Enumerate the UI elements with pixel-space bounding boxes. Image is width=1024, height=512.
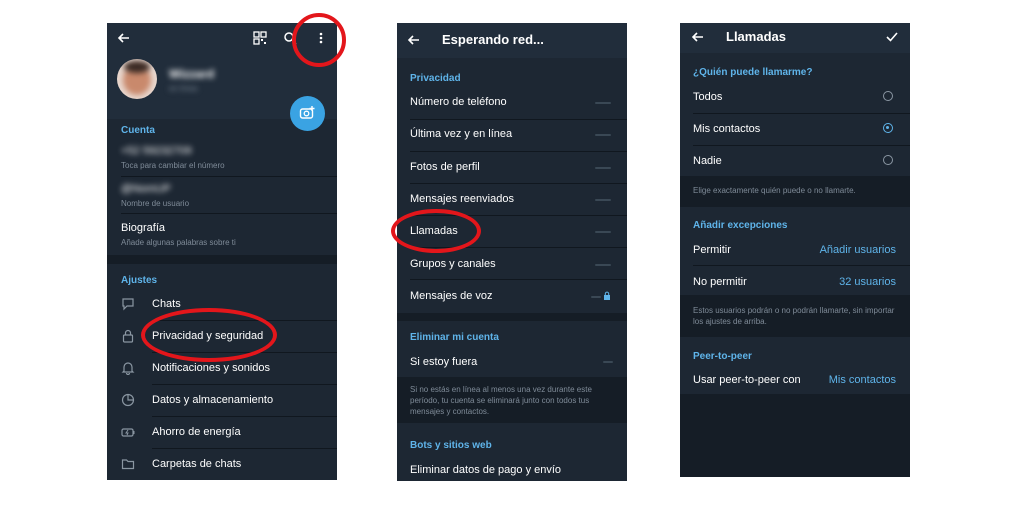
privacy-item-forwards[interactable]: Mensajes reenviados — [410, 193, 514, 205]
folder-icon — [121, 459, 135, 470]
deny-value[interactable]: 32 usuarios — [839, 276, 896, 288]
settings-item-label: Notificaciones y sonidos — [152, 362, 271, 374]
highlight-circle-menu — [292, 13, 346, 67]
set-photo-button[interactable] — [290, 96, 325, 131]
bots-section-title: Bots y sitios web — [410, 440, 492, 451]
allow-value[interactable]: Añadir usuarios — [820, 244, 896, 256]
settings-screen: Wizzard en línea Cuenta +52 59232709 Toc… — [107, 23, 337, 480]
bio-title[interactable]: Biografía — [121, 222, 165, 234]
settings-item-data[interactable]: Datos y almacenamiento — [107, 387, 337, 417]
username-hint: Nombre de usuario — [121, 199, 190, 208]
bell-icon — [121, 362, 135, 375]
privacy-item-voice[interactable]: Mensajes de voz — [410, 290, 493, 302]
option-everyone[interactable]: Todos — [693, 91, 722, 103]
allow-label[interactable]: Permitir — [693, 244, 731, 256]
calls-header — [680, 23, 910, 53]
chat-bubble-icon — [122, 298, 134, 311]
back-arrow-icon[interactable] — [407, 33, 421, 47]
settings-item-label: Carpetas de chats — [152, 458, 242, 470]
privacy-item-phone[interactable]: Número de teléfono — [410, 96, 507, 108]
qr-code-icon[interactable] — [253, 31, 267, 45]
phone-value[interactable]: +52 59232709 — [121, 145, 192, 157]
away-info: Si no estás en línea al menos una vez du… — [410, 385, 592, 416]
settings-item-folders[interactable]: Carpetas de chats — [107, 451, 337, 480]
camera-add-icon — [299, 106, 315, 119]
account-section-title: Cuenta — [121, 125, 155, 136]
p2p-section-title: Peer-to-peer — [693, 351, 752, 362]
settings-item-label: Datos y almacenamiento — [152, 394, 274, 406]
username-value[interactable]: @NomUP — [121, 183, 171, 195]
privacy-item-groups[interactable]: Grupos y canales — [410, 258, 496, 270]
exceptions-section-title: Añadir excepciones — [693, 220, 788, 231]
back-arrow-icon[interactable] — [117, 31, 131, 45]
avatar[interactable] — [117, 59, 157, 99]
bio-hint: Añade algunas palabras sobre ti — [121, 238, 236, 247]
privacy-section-title: Privacidad — [410, 73, 461, 84]
deny-label[interactable]: No permitir — [693, 276, 747, 288]
option-my-contacts[interactable]: Mis contactos — [693, 123, 760, 135]
settings-item-power[interactable]: Ahorro de energía — [107, 419, 337, 449]
who-section-title: ¿Quién puede llamarme? — [693, 67, 813, 78]
privacy-title: Esperando red... — [442, 32, 544, 47]
privacy-item-last-seen[interactable]: Última vez y en línea — [410, 128, 512, 140]
exceptions-info: Estos usuarios podrán o no podrán llamar… — [693, 306, 895, 326]
phone-hint: Toca para cambiar el número — [121, 161, 225, 170]
back-arrow-icon[interactable] — [691, 30, 705, 44]
check-icon[interactable] — [885, 30, 899, 44]
pie-chart-icon — [121, 393, 135, 407]
settings-section-title: Ajustes — [121, 275, 158, 286]
settings-item-label: Ahorro de energía — [152, 426, 241, 438]
p2p-label[interactable]: Usar peer-to-peer con — [693, 374, 801, 386]
privacy-item-photos[interactable]: Fotos de perfil — [410, 161, 480, 173]
highlight-circle-privacy — [141, 308, 277, 362]
radio-everyone[interactable] — [883, 91, 893, 101]
radio-nobody[interactable] — [883, 155, 893, 165]
radio-my-contacts[interactable] — [883, 123, 893, 133]
delete-section-title: Eliminar mi cuenta — [410, 332, 499, 343]
calls-title: Llamadas — [726, 29, 786, 44]
highlight-circle-calls — [391, 209, 481, 253]
who-info: Elige exactamente quién puede o no llama… — [693, 186, 856, 195]
lock-icon — [122, 329, 134, 343]
profile-name: Wizzard — [169, 67, 215, 81]
calls-screen: Llamadas ¿Quién puede llamarme? Todos Mi… — [680, 23, 910, 477]
battery-icon — [121, 428, 135, 437]
away-item[interactable]: Si estoy fuera — [410, 356, 477, 368]
delete-payment-item[interactable]: Eliminar datos de pago y envío — [410, 464, 561, 476]
lock-icon — [604, 291, 610, 300]
profile-status: en línea — [169, 84, 198, 93]
option-nobody[interactable]: Nadie — [693, 155, 722, 167]
p2p-value[interactable]: Mis contactos — [829, 374, 896, 386]
settings-item-label: Chats — [152, 298, 181, 310]
